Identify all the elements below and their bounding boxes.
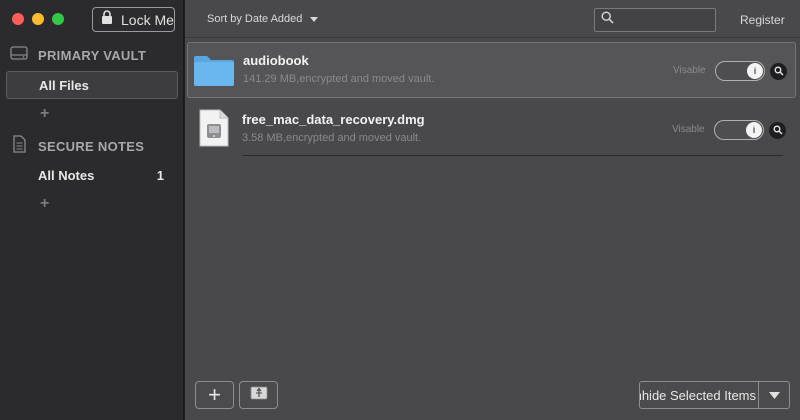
- unhide-selected-dropdown[interactable]: Unhide Selected Items: [639, 381, 790, 409]
- document-icon: [10, 135, 28, 158]
- add-vault-item-button[interactable]: +: [40, 105, 49, 123]
- usb-drive-icon: [250, 386, 268, 405]
- magnifier-icon: [773, 122, 783, 140]
- file-subtitle: 141.29 MB,encrypted and moved vault.: [243, 73, 435, 85]
- search-icon: [601, 11, 614, 29]
- window-controls: [12, 13, 64, 25]
- visibility-label: Visable: [672, 124, 705, 135]
- lock-me-label: Lock Me: [121, 11, 174, 28]
- file-subtitle: 3.58 MB,encrypted and moved vault.: [242, 132, 422, 144]
- file-row-dmg[interactable]: free_mac_data_recovery.dmg 3.58 MB,encry…: [187, 102, 796, 158]
- search-input[interactable]: [618, 13, 708, 27]
- section-primary-vault: PRIMARY VAULT: [10, 45, 146, 66]
- drive-icon: [10, 45, 28, 66]
- close-window-button[interactable]: [12, 13, 24, 25]
- add-file-button[interactable]: +: [195, 381, 234, 409]
- section-title: SECURE NOTES: [38, 139, 145, 154]
- sidebar-item-label: All Files: [39, 77, 89, 93]
- usb-vault-button[interactable]: [239, 381, 278, 409]
- folder-icon: [193, 53, 235, 92]
- chevron-down-icon: [759, 391, 789, 399]
- visibility-toggle[interactable]: i: [714, 120, 764, 140]
- section-title: PRIMARY VAULT: [38, 48, 147, 63]
- sidebar-item-all-notes[interactable]: All Notes 1: [6, 161, 178, 189]
- plus-icon: +: [208, 382, 221, 407]
- lock-me-button[interactable]: Lock Me: [92, 7, 175, 32]
- sidebar-item-label: All Notes: [38, 167, 95, 183]
- sort-dropdown[interactable]: Sort by Date Added: [207, 13, 319, 25]
- magnifier-icon: [774, 63, 784, 81]
- file-name: audiobook: [243, 53, 309, 68]
- file-name: free_mac_data_recovery.dmg: [242, 112, 425, 127]
- toolbar: Sort by Date Added Register: [185, 0, 800, 38]
- chevron-down-icon: [310, 16, 319, 22]
- sidebar-item-all-files[interactable]: All Files: [6, 71, 178, 99]
- add-note-button[interactable]: +: [40, 195, 49, 213]
- zoom-window-button[interactable]: [52, 13, 64, 25]
- visibility-label: Visable: [673, 65, 706, 76]
- search-field[interactable]: [594, 8, 716, 32]
- notes-count: 1: [156, 167, 164, 183]
- unhide-label: Unhide Selected Items: [640, 387, 756, 403]
- file-row-audiobook[interactable]: audiobook 141.29 MB,encrypted and moved …: [187, 42, 796, 98]
- sidebar: Lock Me PRIMARY VAULT All Files + SECURE…: [0, 0, 184, 420]
- disk-image-icon: [199, 109, 229, 152]
- lock-icon: [101, 9, 113, 30]
- main-panel: Sort by Date Added Register audiobook 14…: [185, 0, 800, 420]
- minimize-window-button[interactable]: [32, 13, 44, 25]
- preview-button[interactable]: [769, 122, 786, 139]
- section-secure-notes: SECURE NOTES: [10, 135, 144, 158]
- register-link[interactable]: Register: [740, 13, 785, 27]
- visibility-toggle[interactable]: i: [715, 61, 765, 81]
- row-divider: [242, 155, 783, 156]
- info-icon: i: [747, 63, 763, 79]
- sort-label: Sort by Date Added: [207, 13, 303, 25]
- preview-button[interactable]: [770, 63, 787, 80]
- info-icon: i: [746, 122, 762, 138]
